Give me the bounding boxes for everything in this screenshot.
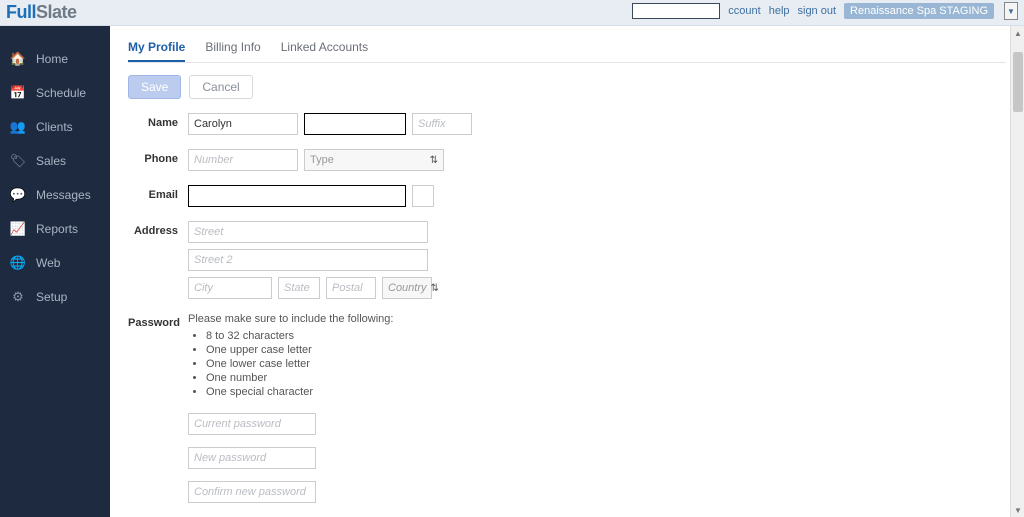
tag-icon: 🏷 (10, 153, 26, 169)
name-label: Name (128, 113, 188, 129)
scroll-up-arrow[interactable]: ▲ (1011, 26, 1024, 40)
topbar: FullSlate ccount help sign out Renaissan… (0, 0, 1024, 26)
location-select[interactable]: Renaissance Spa STAGING (844, 3, 994, 19)
email-extra-input[interactable] (412, 185, 434, 207)
content: My Profile Billing Info Linked Accounts … (110, 26, 1024, 517)
location-label: Renaissance Spa STAGING (850, 5, 988, 17)
sidebar-item-label: Reports (36, 222, 78, 236)
tab-my-profile[interactable]: My Profile (128, 36, 185, 62)
sidebar-item-label: Schedule (36, 86, 86, 100)
confirm-password-input[interactable] (188, 481, 316, 503)
password-rule: One lower case letter (206, 357, 393, 371)
city-input[interactable] (188, 277, 272, 299)
sidebar-item-label: Web (36, 256, 60, 270)
current-password-input[interactable] (188, 413, 316, 435)
email-input[interactable] (188, 185, 406, 207)
sidebar-item-schedule[interactable]: 📅 Schedule (0, 76, 110, 110)
sidebar-item-label: Sales (36, 154, 66, 168)
scrollbar[interactable]: ▲ ▼ (1010, 26, 1024, 517)
street1-input[interactable] (188, 221, 428, 243)
phone-label: Phone (128, 149, 188, 165)
tab-billing-info[interactable]: Billing Info (205, 36, 260, 62)
new-password-input[interactable] (188, 447, 316, 469)
sidebar-item-label: Clients (36, 120, 73, 134)
account-label: ccount (728, 5, 760, 17)
password-hint: Please make sure to include the followin… (188, 313, 393, 407)
action-bar: Save Cancel (128, 75, 1006, 99)
address-label: Address (128, 221, 188, 237)
password-label: Password (128, 313, 188, 329)
chevron-updown-icon: ⇅ (431, 283, 439, 294)
profile-tabs: My Profile Billing Info Linked Accounts (128, 36, 1006, 63)
sidebar-item-messages[interactable]: 💬 Messages (0, 178, 110, 212)
topbar-right: ccount help sign out Renaissance Spa STA… (632, 2, 1018, 20)
account-input[interactable] (632, 3, 720, 19)
password-rule: One number (206, 371, 393, 385)
logo-part1: Full (6, 2, 36, 22)
save-button[interactable]: Save (128, 75, 181, 99)
password-rule: One upper case letter (206, 343, 393, 357)
scroll-thumb[interactable] (1013, 52, 1023, 112)
sidebar-item-clients[interactable]: 👥 Clients (0, 110, 110, 144)
globe-icon: 🌐 (10, 255, 26, 271)
gear-icon: ⚙ (10, 289, 26, 305)
calendar-icon: 📅 (10, 85, 26, 101)
chat-icon: 💬 (10, 187, 26, 203)
sidebar-item-reports[interactable]: 📈 Reports (0, 212, 110, 246)
postal-input[interactable] (326, 277, 376, 299)
sidebar-item-label: Setup (36, 290, 67, 304)
sidebar: 🏠 Home 📅 Schedule 👥 Clients 🏷 Sales 💬 Me… (0, 26, 110, 517)
chevron-updown-icon: ⇅ (430, 155, 438, 166)
state-input[interactable] (278, 277, 320, 299)
phone-type-placeholder: Type (310, 154, 334, 166)
location-caret[interactable]: ▼ (1004, 2, 1018, 20)
tab-linked-accounts[interactable]: Linked Accounts (281, 36, 368, 62)
country-select[interactable]: Country ⇅ (382, 277, 432, 299)
help-link[interactable]: help (769, 5, 790, 17)
phone-type-select[interactable]: Type ⇅ (304, 149, 444, 171)
clients-icon: 👥 (10, 119, 26, 135)
signout-link[interactable]: sign out (798, 5, 837, 17)
street2-input[interactable] (188, 249, 428, 271)
password-rule: 8 to 32 characters (206, 329, 393, 343)
phone-number-input[interactable] (188, 149, 298, 171)
last-name-input[interactable] (304, 113, 406, 135)
suffix-input[interactable] (412, 113, 472, 135)
sidebar-item-label: Messages (36, 188, 91, 202)
sidebar-item-home[interactable]: 🏠 Home (0, 42, 110, 76)
sidebar-item-label: Home (36, 52, 68, 66)
home-icon: 🏠 (10, 51, 26, 67)
chart-icon: 📈 (10, 221, 26, 237)
cancel-button[interactable]: Cancel (189, 75, 252, 99)
sidebar-item-web[interactable]: 🌐 Web (0, 246, 110, 280)
logo: FullSlate (6, 2, 77, 23)
first-name-input[interactable] (188, 113, 298, 135)
sidebar-item-setup[interactable]: ⚙ Setup (0, 280, 110, 314)
email-label: Email (128, 185, 188, 201)
country-placeholder: Country (388, 282, 427, 294)
password-hint-intro: Please make sure to include the followin… (188, 313, 393, 325)
password-rule: One special character (206, 385, 393, 399)
scroll-down-arrow[interactable]: ▼ (1011, 503, 1024, 517)
sidebar-item-sales[interactable]: 🏷 Sales (0, 144, 110, 178)
logo-part2: Slate (36, 2, 77, 22)
